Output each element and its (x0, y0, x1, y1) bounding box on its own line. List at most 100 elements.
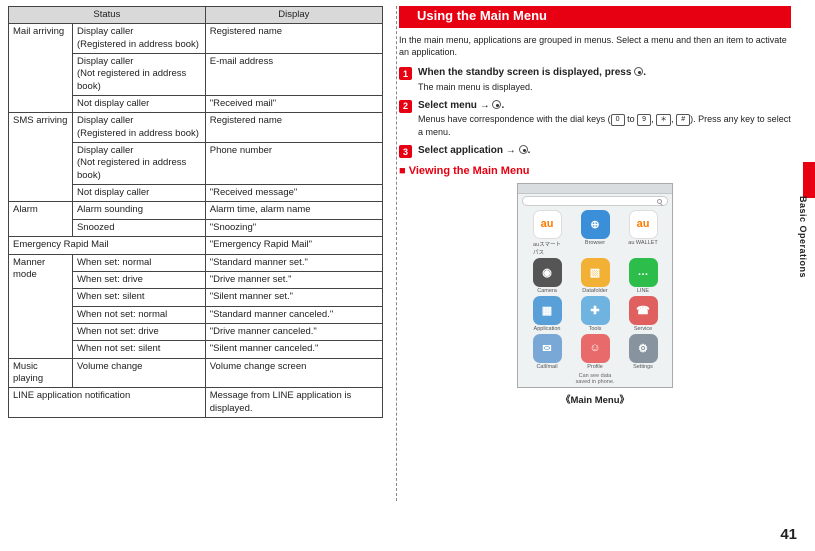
app-icon: au (533, 210, 562, 239)
app-grid: auauスマートパス⊕Browserauau WALLET◉Camera▧Dat… (518, 208, 672, 370)
dial-key: # (676, 114, 690, 126)
cell-status: When set: drive (72, 271, 205, 288)
center-key-icon (492, 100, 501, 109)
dial-key: 9 (637, 114, 651, 126)
cell-display: "Silent manner set." (205, 289, 382, 306)
center-key-icon (634, 67, 643, 76)
cell-display: "Standard manner set." (205, 254, 382, 271)
search-bar (522, 196, 668, 206)
app-item: ☺Profile (572, 334, 618, 370)
cell-display: "Received message" (205, 185, 382, 202)
table-row: LINE application notificationMessage fro… (9, 388, 383, 418)
cell-status: Emergency Rapid Mail (9, 237, 206, 254)
status-display-table: Status Display Mail arrivingDisplay call… (8, 6, 383, 418)
app-item: auau WALLET (620, 210, 666, 256)
table-row: AlarmAlarm soundingAlarm time, alarm nam… (9, 202, 383, 219)
th-display: Display (205, 7, 382, 24)
step-body: When the standby screen is displayed, pr… (418, 66, 791, 93)
column-divider (396, 6, 397, 501)
cell-category: Mail arriving (9, 24, 73, 113)
left-column: Status Display Mail arrivingDisplay call… (8, 6, 383, 418)
edge-red-tab (803, 162, 815, 198)
app-icon: ▧ (581, 258, 610, 287)
dock-message: Can see datasaved in phone. (518, 373, 672, 385)
cell-category: Alarm (9, 202, 73, 237)
app-item: auauスマートパス (524, 210, 570, 256)
cell-status: When not set: silent (72, 341, 205, 358)
app-label: au WALLET (628, 240, 657, 246)
cell-status: Not display caller (72, 185, 205, 202)
cell-display: Message from LINE application is display… (205, 388, 382, 418)
step: 2 Select menu → .Menus have correspondenc… (399, 99, 791, 138)
cell-display: Phone number (205, 143, 382, 185)
app-item: ◉Camera (524, 258, 570, 294)
side-section-label: Basic Operations (798, 196, 808, 278)
cell-status: When set: normal (72, 254, 205, 271)
table-row: SMS arrivingDisplay caller(Registered in… (9, 113, 383, 143)
cell-display: "Silent manner canceled." (205, 341, 382, 358)
step-number: 2 (399, 100, 412, 113)
cell-status: When set: silent (72, 289, 205, 306)
table-row: Emergency Rapid Mail"Emergency Rapid Mai… (9, 237, 383, 254)
app-label: auスマートパス (533, 240, 561, 256)
cell-display: Registered name (205, 113, 382, 143)
step-title: Select menu → . (418, 99, 791, 113)
cell-display: "Drive manner set." (205, 271, 382, 288)
app-icon: ▦ (533, 296, 562, 325)
phone-screenshot: auauスマートパス⊕Browserauau WALLET◉Camera▧Dat… (517, 183, 673, 388)
app-item: …LINE (620, 258, 666, 294)
app-item: ⊕Browser (572, 210, 618, 256)
step-body: Select menu → .Menus have correspondence… (418, 99, 791, 138)
app-item: ✉Call/mail (524, 334, 570, 370)
app-icon: ✉ (533, 334, 562, 363)
cell-display: Registered name (205, 24, 382, 54)
app-icon: … (629, 258, 658, 287)
cell-display: Volume change screen (205, 358, 382, 388)
cell-category: SMS arriving (9, 113, 73, 202)
cell-category: Manner mode (9, 254, 73, 358)
sub-heading: ■ Viewing the Main Menu (399, 165, 791, 177)
cell-status: Display caller(Registered in address boo… (72, 113, 205, 143)
app-item: ✚Tools (572, 296, 618, 332)
cell-status: Display caller(Registered in address boo… (72, 24, 205, 54)
app-item: ☎Service (620, 296, 666, 332)
cell-display: "Drive manner canceled." (205, 323, 382, 340)
step-body: Select application → . (418, 144, 791, 159)
right-column: Using the Main Menu In the main menu, ap… (395, 6, 791, 418)
search-icon (657, 199, 662, 204)
app-icon: ☺ (581, 334, 610, 363)
cell-display: "Emergency Rapid Mail" (205, 237, 382, 254)
cell-status: Not display caller (72, 96, 205, 113)
th-status: Status (9, 7, 206, 24)
dial-key: ＊ (656, 114, 671, 126)
steps-list: 1 When the standby screen is displayed, p… (399, 66, 791, 159)
app-icon: ☎ (629, 296, 658, 325)
app-label: Tools (589, 326, 602, 332)
step-number: 1 (399, 67, 412, 80)
cell-status: Display caller(Not registered in address… (72, 54, 205, 96)
intro-text: In the main menu, applications are group… (399, 34, 791, 58)
app-label: Settings (633, 364, 653, 370)
table-row: Manner modeWhen set: normal"Standard man… (9, 254, 383, 271)
app-item: ⚙Settings (620, 334, 666, 370)
cell-status: Display caller(Not registered in address… (72, 143, 205, 185)
cell-display: E-mail address (205, 54, 382, 96)
step-title: When the standby screen is displayed, pr… (418, 66, 791, 80)
page-number: 41 (780, 526, 797, 543)
cell-status: Volume change (72, 358, 205, 388)
table-row: Mail arrivingDisplay caller(Registered i… (9, 24, 383, 54)
step: 1 When the standby screen is displayed, p… (399, 66, 791, 93)
table-row: Music playingVolume changeVolume change … (9, 358, 383, 388)
app-label: Camera (537, 288, 557, 294)
cell-status: When not set: drive (72, 323, 205, 340)
cell-status: LINE application notification (9, 388, 206, 418)
app-item: ▦Application (524, 296, 570, 332)
cell-status: When not set: normal (72, 306, 205, 323)
app-label: Application (534, 326, 561, 332)
app-icon: ◉ (533, 258, 562, 287)
app-label: Call/mail (536, 364, 557, 370)
cell-status: Alarm sounding (72, 202, 205, 219)
center-key-icon (519, 145, 528, 154)
statusbar (518, 184, 672, 194)
step-title: Select application → . (418, 144, 791, 158)
